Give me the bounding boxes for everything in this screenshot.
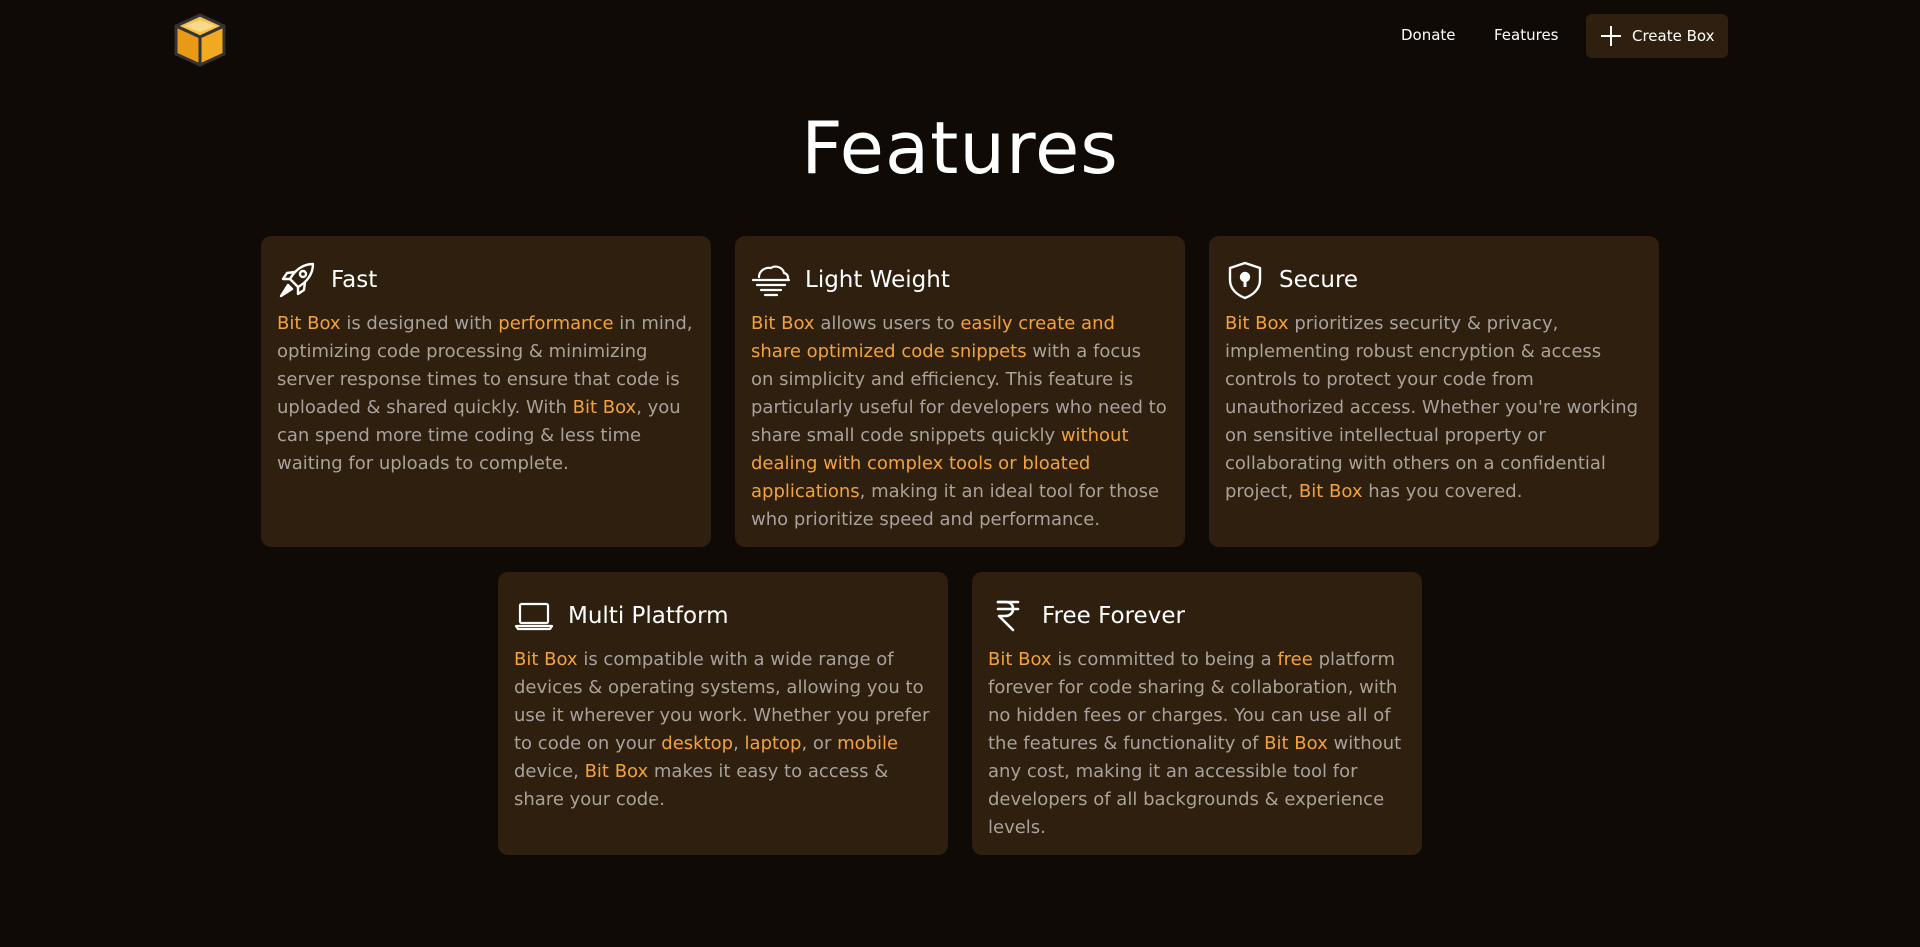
card-title: Free Forever (1042, 603, 1185, 629)
highlight-text: performance (498, 313, 614, 334)
body-text: is committed to being a (1051, 649, 1278, 670)
highlight-text: Bit Box (751, 313, 815, 334)
card-description: Bit Box is compatible with a wide range … (514, 646, 932, 814)
rupee-icon (996, 600, 1020, 632)
body-text: device, (514, 761, 585, 782)
highlight-text: Bit Box (572, 397, 637, 418)
plus-icon (1601, 26, 1621, 46)
wind-icon (751, 265, 791, 297)
highlight-text: Bit Box (1225, 313, 1289, 334)
card-title: Secure (1279, 267, 1359, 293)
feature-card-light-weight: Light Weight Bit Box allows users to eas… (735, 236, 1185, 547)
nav-donate-link[interactable]: Donate (1401, 24, 1456, 46)
body-text: has you covered. (1362, 481, 1523, 502)
card-title: Fast (331, 267, 378, 293)
shield-lock-icon (1228, 261, 1262, 300)
body-text: is designed with (340, 313, 499, 334)
feature-card-free-forever: Free Forever Bit Box is committed to bei… (972, 572, 1422, 855)
body-text: , or (801, 733, 838, 754)
laptop-icon (514, 602, 554, 631)
body-text: prioritizes security & privacy, implemen… (1225, 313, 1639, 502)
card-description: Bit Box is designed with performance in … (277, 310, 695, 478)
feature-card-multi-platform: Multi Platform Bit Box is compatible wit… (498, 572, 948, 855)
card-description: Bit Box allows users to easily create an… (751, 310, 1169, 534)
navbar: Donate Features Create Box (0, 0, 1920, 72)
highlight-text: Bit Box (514, 649, 578, 670)
create-box-button[interactable]: Create Box (1586, 14, 1728, 58)
highlight-text: free (1277, 649, 1313, 670)
card-title: Light Weight (805, 267, 950, 293)
highlight-text: Bit Box (988, 649, 1052, 670)
feature-card-fast: Fast Bit Box is designed with performanc… (261, 236, 711, 547)
page-title: Features (801, 106, 1119, 190)
card-description: Bit Box is committed to being a free pla… (988, 646, 1406, 842)
card-title: Multi Platform (568, 603, 729, 629)
body-text: , (733, 733, 745, 754)
create-box-label: Create Box (1632, 27, 1715, 45)
highlight-text: Bit Box (277, 313, 341, 334)
bitbox-logo-icon[interactable] (172, 12, 228, 68)
highlight-text: Bit Box (1264, 733, 1328, 754)
highlight-text: desktop (661, 733, 734, 754)
card-description: Bit Box prioritizes security & privacy, … (1225, 310, 1643, 506)
body-text: allows users to (814, 313, 961, 334)
highlight-text: Bit Box (584, 761, 649, 782)
highlight-text: mobile (837, 733, 899, 754)
highlight-text: Bit Box (1298, 481, 1363, 502)
rocket-icon (279, 262, 315, 298)
feature-card-secure: Secure Bit Box prioritizes security & pr… (1209, 236, 1659, 547)
nav-features-link[interactable]: Features (1494, 24, 1559, 46)
highlight-text: laptop (744, 733, 802, 754)
